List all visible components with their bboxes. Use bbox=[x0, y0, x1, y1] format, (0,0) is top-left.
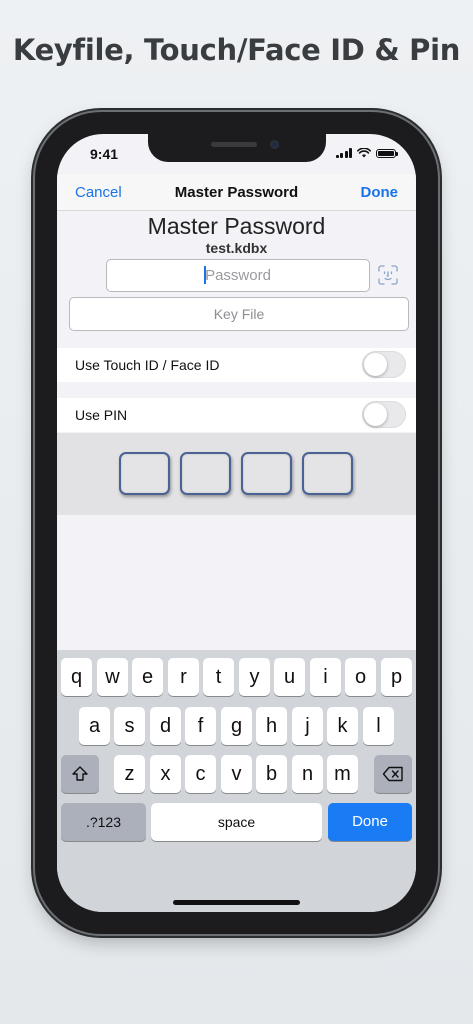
face-id-icon[interactable] bbox=[378, 265, 398, 285]
on-screen-keyboard: q w e r t y u i o p a s d f g h j k l z … bbox=[57, 650, 416, 912]
master-password-heading: Master Password bbox=[147, 213, 326, 239]
key-file-button[interactable]: Key File bbox=[69, 297, 409, 331]
key-f[interactable]: f bbox=[185, 707, 216, 745]
key-w[interactable]: w bbox=[97, 658, 128, 696]
text-cursor bbox=[204, 266, 206, 284]
cancel-button[interactable]: Cancel bbox=[75, 184, 122, 201]
key-x[interactable]: x bbox=[150, 755, 181, 793]
key-c[interactable]: c bbox=[185, 755, 216, 793]
done-button[interactable]: Done bbox=[361, 184, 399, 201]
phone-screen: 9:41 Master Password Cancel Done Master … bbox=[57, 134, 416, 912]
pin-label: Use PIN bbox=[75, 407, 128, 423]
password-input[interactable] bbox=[106, 259, 370, 292]
battery-icon bbox=[376, 148, 398, 158]
front-camera bbox=[270, 140, 279, 149]
pin-digit-box[interactable] bbox=[180, 452, 231, 495]
key-t[interactable]: t bbox=[203, 658, 234, 696]
key-b[interactable]: b bbox=[256, 755, 287, 793]
shift-icon bbox=[72, 766, 88, 781]
pin-digit-box[interactable] bbox=[119, 452, 170, 495]
backspace-key[interactable] bbox=[374, 755, 412, 793]
toggle-knob bbox=[364, 403, 387, 426]
home-indicator[interactable] bbox=[173, 900, 300, 905]
key-h[interactable]: h bbox=[256, 707, 287, 745]
toggle-knob bbox=[364, 353, 387, 376]
key-m[interactable]: m bbox=[327, 755, 358, 793]
navigation-bar: Master Password Cancel Done bbox=[57, 174, 416, 211]
wifi-icon bbox=[357, 148, 371, 158]
backspace-icon bbox=[382, 766, 403, 782]
key-d[interactable]: d bbox=[150, 707, 181, 745]
key-o[interactable]: o bbox=[345, 658, 376, 696]
key-r[interactable]: r bbox=[168, 658, 199, 696]
key-n[interactable]: n bbox=[292, 755, 323, 793]
pin-entry-area bbox=[57, 433, 416, 515]
key-a[interactable]: a bbox=[79, 707, 110, 745]
key-e[interactable]: e bbox=[132, 658, 163, 696]
pin-row: Use PIN bbox=[57, 398, 416, 432]
key-q[interactable]: q bbox=[61, 658, 92, 696]
key-s[interactable]: s bbox=[114, 707, 145, 745]
key-v[interactable]: v bbox=[221, 755, 252, 793]
touch-id-toggle[interactable] bbox=[362, 351, 406, 378]
speaker-grille bbox=[211, 142, 257, 147]
space-key[interactable]: space bbox=[151, 803, 322, 841]
key-l[interactable]: l bbox=[363, 707, 394, 745]
key-u[interactable]: u bbox=[274, 658, 305, 696]
touch-id-label: Use Touch ID / Face ID bbox=[75, 357, 220, 373]
status-time: 9:41 bbox=[90, 146, 119, 162]
key-g[interactable]: g bbox=[221, 707, 252, 745]
numbers-key[interactable]: .?123 bbox=[61, 803, 146, 841]
database-filename: test.kdbx bbox=[205, 240, 268, 256]
key-y[interactable]: y bbox=[239, 658, 270, 696]
phone-notch bbox=[148, 134, 326, 162]
cellular-signal-icon bbox=[335, 148, 352, 158]
keyboard-done-key[interactable]: Done bbox=[328, 803, 412, 841]
pin-digit-box[interactable] bbox=[241, 452, 292, 495]
key-j[interactable]: j bbox=[292, 707, 323, 745]
promo-headline: Keyfile, Touch/Face ID & Pin bbox=[12, 33, 461, 67]
shift-key[interactable] bbox=[61, 755, 99, 793]
key-z[interactable]: z bbox=[114, 755, 145, 793]
key-p[interactable]: p bbox=[381, 658, 412, 696]
key-k[interactable]: k bbox=[327, 707, 358, 745]
pin-toggle[interactable] bbox=[362, 401, 406, 428]
status-icons bbox=[335, 148, 398, 158]
pin-digit-box[interactable] bbox=[302, 452, 353, 495]
key-i[interactable]: i bbox=[310, 658, 341, 696]
touch-id-row: Use Touch ID / Face ID bbox=[57, 348, 416, 382]
